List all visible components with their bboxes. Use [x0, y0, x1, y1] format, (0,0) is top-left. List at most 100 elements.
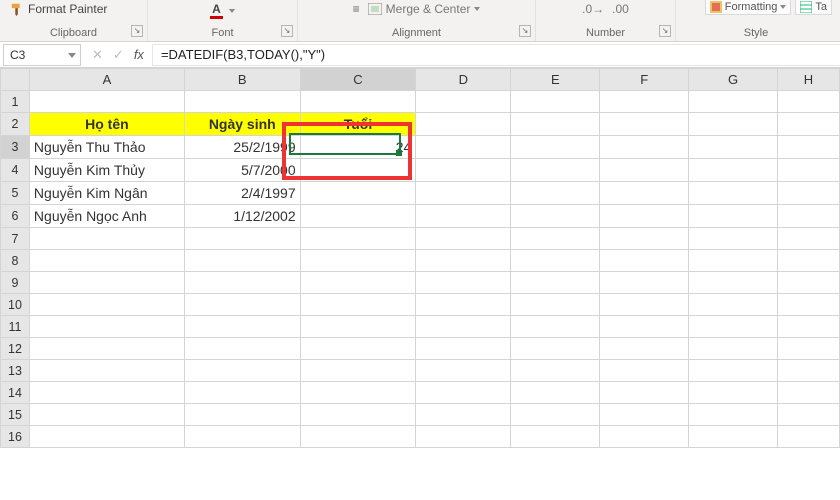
cell-name[interactable]: Nguyễn Thu Thảo	[29, 136, 184, 159]
cell[interactable]	[511, 338, 600, 360]
chevron-down-icon[interactable]	[229, 9, 235, 13]
cell[interactable]	[777, 382, 839, 404]
cell[interactable]	[511, 91, 600, 113]
cell[interactable]	[511, 272, 600, 294]
cell[interactable]	[689, 360, 778, 382]
cell[interactable]	[777, 338, 839, 360]
cell[interactable]	[416, 182, 511, 205]
cell[interactable]	[184, 294, 300, 316]
cell[interactable]	[29, 316, 184, 338]
cell[interactable]	[777, 360, 839, 382]
cell-age[interactable]	[300, 182, 416, 205]
cell[interactable]	[300, 360, 416, 382]
cell-birth[interactable]: 2/4/1997	[184, 182, 300, 205]
dialog-launcher-icon[interactable]: ↘	[519, 25, 531, 37]
cell[interactable]	[511, 159, 600, 182]
cell-name[interactable]: Nguyễn Ngọc Anh	[29, 205, 184, 228]
cell-birth[interactable]: 5/7/2000	[184, 159, 300, 182]
cell[interactable]	[600, 360, 689, 382]
cell[interactable]	[300, 228, 416, 250]
cell[interactable]	[511, 316, 600, 338]
cell[interactable]	[184, 404, 300, 426]
cell[interactable]	[777, 136, 839, 159]
format-painter-button[interactable]: Format Painter	[10, 2, 107, 16]
fx-icon[interactable]: fx	[134, 47, 144, 62]
cell-birth[interactable]: 25/2/1999	[184, 136, 300, 159]
cell[interactable]	[689, 228, 778, 250]
cell[interactable]	[689, 294, 778, 316]
col-header-D[interactable]: D	[416, 69, 511, 91]
cell[interactable]	[300, 272, 416, 294]
cell[interactable]	[416, 316, 511, 338]
dialog-launcher-icon[interactable]: ↘	[659, 25, 671, 37]
cell[interactable]	[689, 113, 778, 136]
cell[interactable]	[416, 404, 511, 426]
cell[interactable]	[689, 182, 778, 205]
cell[interactable]	[689, 382, 778, 404]
cell[interactable]	[416, 159, 511, 182]
name-box[interactable]: C3	[3, 44, 81, 66]
cell[interactable]	[689, 250, 778, 272]
cell[interactable]	[416, 91, 511, 113]
cell[interactable]	[689, 205, 778, 228]
cell[interactable]	[600, 205, 689, 228]
cell[interactable]	[689, 316, 778, 338]
cell[interactable]	[184, 382, 300, 404]
cell[interactable]	[29, 272, 184, 294]
cell[interactable]	[29, 360, 184, 382]
cell-age[interactable]	[300, 205, 416, 228]
row-header-15[interactable]: 15	[1, 404, 30, 426]
cell[interactable]	[511, 382, 600, 404]
cell[interactable]	[511, 360, 600, 382]
align-icon[interactable]: ≡	[353, 2, 358, 16]
cell[interactable]	[29, 426, 184, 448]
cell[interactable]	[416, 382, 511, 404]
cell[interactable]	[511, 113, 600, 136]
cell-name[interactable]: Nguyễn Kim Ngân	[29, 182, 184, 205]
cell[interactable]	[184, 91, 300, 113]
cell[interactable]	[300, 382, 416, 404]
cancel-icon[interactable]: ✕	[92, 47, 103, 63]
cell[interactable]	[600, 113, 689, 136]
row-header-16[interactable]: 16	[1, 426, 30, 448]
cell[interactable]	[511, 205, 600, 228]
row-header-5[interactable]: 5	[1, 182, 30, 205]
row-header-2[interactable]: 2	[1, 113, 30, 136]
cell[interactable]	[777, 404, 839, 426]
cell[interactable]	[416, 136, 511, 159]
cell[interactable]	[184, 228, 300, 250]
col-header-E[interactable]: E	[511, 69, 600, 91]
col-header-B[interactable]: B	[184, 69, 300, 91]
cell[interactable]	[29, 91, 184, 113]
decrease-decimal-icon[interactable]: .0→	[582, 2, 604, 16]
cell[interactable]	[416, 250, 511, 272]
cell-name[interactable]: Nguyễn Kim Thủy	[29, 159, 184, 182]
cell[interactable]	[600, 228, 689, 250]
cell[interactable]	[600, 91, 689, 113]
cell[interactable]	[689, 426, 778, 448]
row-header-11[interactable]: 11	[1, 316, 30, 338]
cell[interactable]	[416, 272, 511, 294]
cell[interactable]	[300, 338, 416, 360]
cell[interactable]	[777, 228, 839, 250]
cell[interactable]	[777, 316, 839, 338]
cell[interactable]	[416, 205, 511, 228]
cell[interactable]	[689, 272, 778, 294]
cell[interactable]	[416, 360, 511, 382]
cell[interactable]	[600, 250, 689, 272]
cell[interactable]	[777, 272, 839, 294]
cell[interactable]	[689, 404, 778, 426]
row-header-14[interactable]: 14	[1, 382, 30, 404]
cell[interactable]	[29, 228, 184, 250]
cell[interactable]	[600, 338, 689, 360]
row-header-10[interactable]: 10	[1, 294, 30, 316]
col-header-A[interactable]: A	[29, 69, 184, 91]
cell[interactable]	[29, 382, 184, 404]
cell-age[interactable]	[300, 159, 416, 182]
cell[interactable]	[511, 404, 600, 426]
cell[interactable]	[184, 272, 300, 294]
header-birth[interactable]: Ngày sinh	[184, 113, 300, 136]
cell[interactable]	[777, 91, 839, 113]
dialog-launcher-icon[interactable]: ↘	[131, 25, 143, 37]
cell[interactable]	[29, 250, 184, 272]
